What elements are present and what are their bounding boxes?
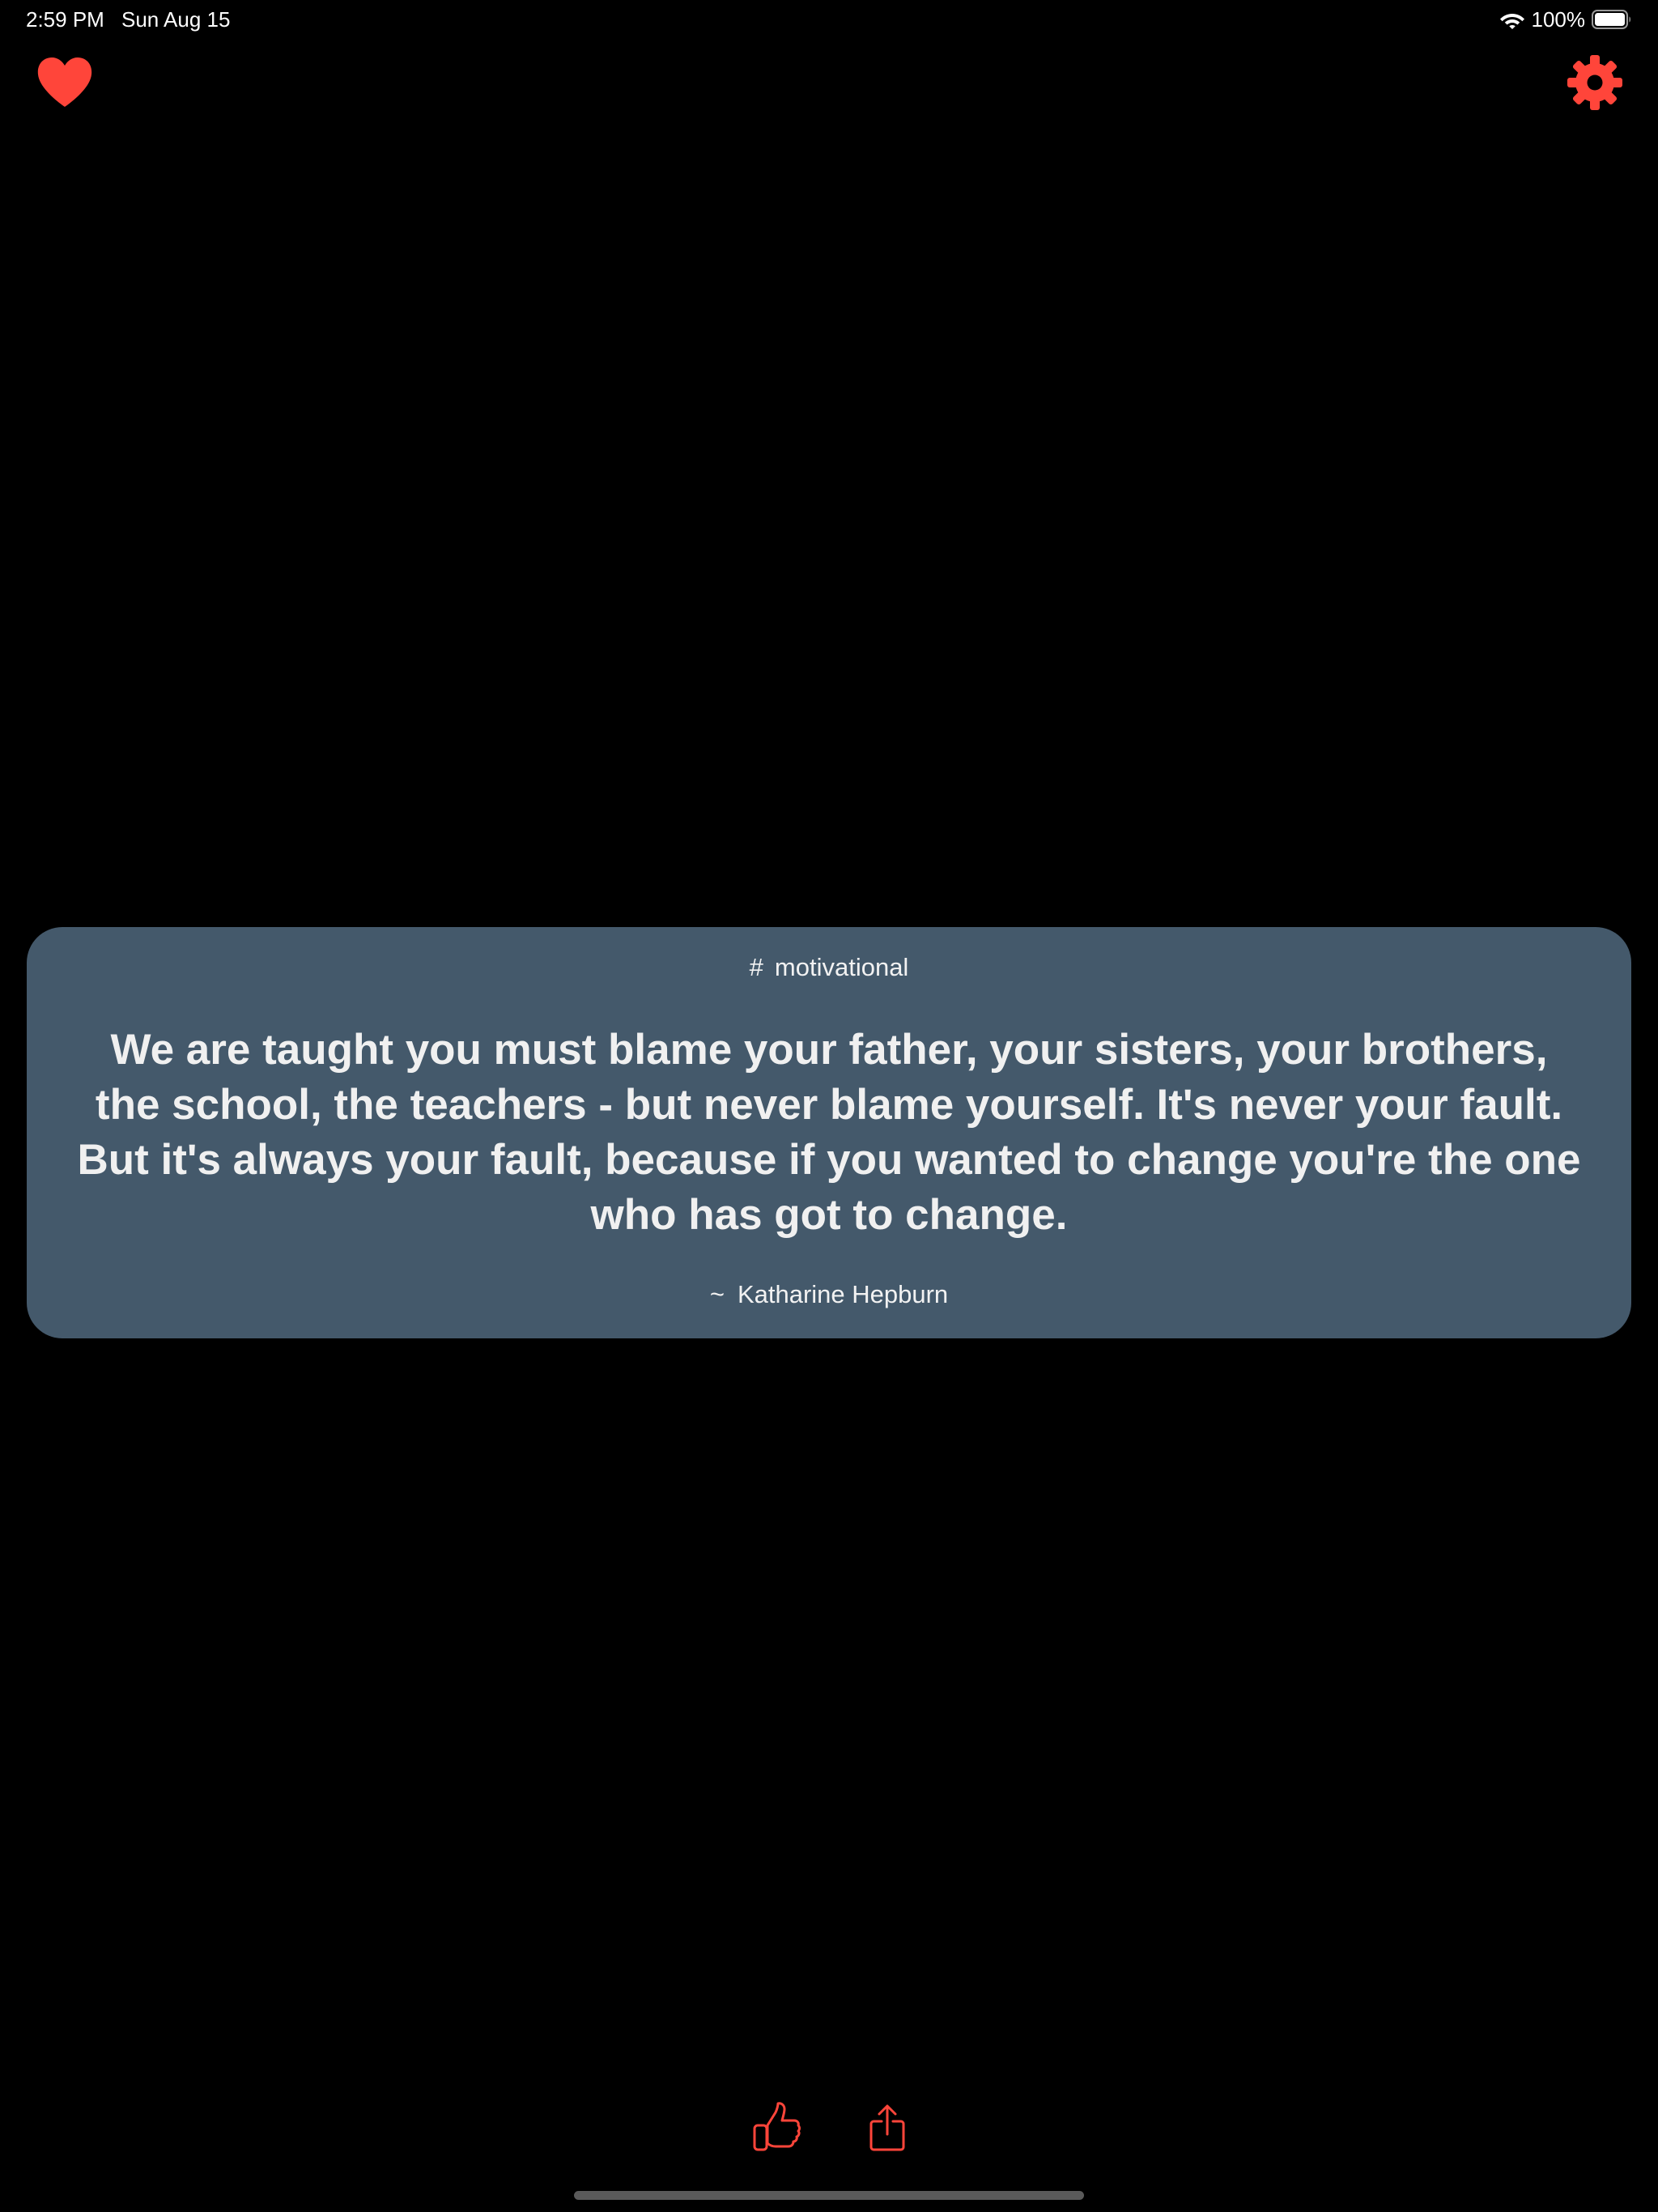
heart-icon <box>37 57 92 107</box>
category-label: motivational <box>774 953 909 981</box>
settings-button[interactable] <box>1561 49 1629 117</box>
app-screen: 2:59 PM Sun Aug 15 100% # motivational W… <box>0 0 1658 2212</box>
like-button[interactable] <box>746 2097 808 2159</box>
share-button[interactable] <box>857 2097 918 2159</box>
quote-category: # motivational <box>27 951 1631 984</box>
category-hash-symbol: # <box>749 953 763 981</box>
quote-text: We are taught you must blame your father… <box>77 1026 1581 1239</box>
author-prefix: ~ <box>709 1280 725 1308</box>
gear-icon <box>1567 55 1622 110</box>
status-bar: 2:59 PM Sun Aug 15 100% <box>0 0 1658 39</box>
battery-icon <box>1592 9 1632 30</box>
home-indicator[interactable] <box>574 2191 1084 2200</box>
share-icon <box>869 2104 905 2151</box>
quote-card[interactable]: # motivational We are taught you must bla… <box>27 927 1631 1338</box>
status-indicators: 100% <box>1499 6 1633 32</box>
battery-percent: 100% <box>1531 7 1586 32</box>
favorites-button[interactable] <box>31 49 99 117</box>
author-name: Katharine Hepburn <box>737 1280 949 1308</box>
status-time: 2:59 PM <box>26 7 104 32</box>
quote-author: ~ Katharine Hepburn <box>27 1278 1631 1311</box>
thumbs-up-icon <box>753 2102 801 2151</box>
wifi-icon <box>1499 9 1525 30</box>
status-date: Sun Aug 15 <box>121 7 231 32</box>
